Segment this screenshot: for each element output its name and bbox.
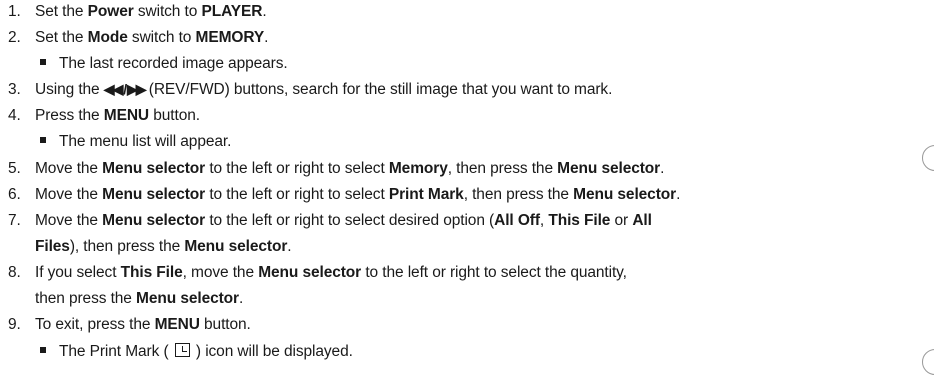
sub-bullet-item: The last recorded image appears. — [40, 55, 288, 73]
emphasis-text: Print Mark — [388, 186, 464, 203]
step-item: 6. Move the Menu selector to the left or … — [8, 186, 680, 204]
emphasis-text: Power — [87, 3, 134, 20]
step-text-part: , then press the — [447, 160, 558, 177]
sub-bullet-text: The Print Mark ( — [59, 343, 173, 360]
emphasis-text: Memory — [388, 160, 448, 177]
step-text-part: button. — [149, 107, 200, 124]
emphasis-text: This File — [548, 212, 611, 229]
step-text: Move the Menu selector to the left or ri… — [35, 160, 664, 177]
step-item: 1. Set the Power switch to PLAYER. — [8, 3, 267, 21]
edge-marker — [922, 145, 934, 171]
step-text-part: then press the — [35, 290, 137, 307]
emphasis-text: Menu selector — [136, 290, 239, 307]
sub-bullet-text: The last recorded image appears. — [59, 55, 288, 72]
emphasis-text: Menu selector — [102, 160, 206, 177]
step-text-part: . — [262, 3, 267, 20]
emphasis-text: Menu selector — [573, 186, 677, 203]
emphasis-text: MEMORY — [195, 29, 265, 46]
step-text: Set the Power switch to PLAYER. — [35, 3, 267, 20]
step-text-part: . — [676, 186, 681, 203]
step-item: 4. Press the MENU button. — [8, 107, 200, 125]
step-text-part: to the left or right to select — [205, 186, 389, 203]
sub-bullet-item: The Print Mark ( ) icon will be displaye… — [40, 342, 353, 361]
step-text-part: If you select — [35, 264, 121, 281]
emphasis-text: Mode — [87, 29, 128, 46]
step-text: Using the ◀◀ / ▶▶ (REV/FWD) buttons, sea… — [35, 81, 612, 98]
step-text-part: to the left or right to select desired o… — [205, 212, 495, 229]
step-continuation: then press the Menu selector. — [35, 290, 243, 308]
step-text-part: Press the — [35, 107, 104, 124]
step-number: 1. — [8, 3, 21, 20]
step-item: 8. If you select This File, move the Menu… — [8, 264, 627, 282]
step-number: 2. — [8, 29, 21, 46]
emphasis-text: Menu selector — [184, 238, 288, 255]
emphasis-text: Menu selector — [102, 212, 206, 229]
step-text: Press the MENU button. — [35, 107, 200, 124]
step-item: 7. Move the Menu selector to the left or … — [8, 212, 652, 230]
step-text-part: Move the — [35, 212, 103, 229]
emphasis-text: Menu selector — [258, 264, 362, 281]
print-mark-icon — [174, 343, 190, 357]
step-text-part: . — [238, 290, 244, 307]
step-number: 4. — [8, 107, 21, 124]
emphasis-text: Menu selector — [102, 186, 206, 203]
step-text: To exit, press the MENU button. — [35, 316, 251, 333]
step-text-part: ), then press the — [69, 238, 185, 255]
step-text-part: or — [610, 212, 633, 229]
rev-fwd-arrows-icon: ◀◀ / ▶▶ — [103, 81, 147, 97]
step-text-part: To exit, press the — [35, 316, 155, 333]
emphasis-text: PLAYER — [201, 3, 263, 20]
step-text-part: (REV/FWD) buttons, search for the still … — [144, 81, 613, 98]
emphasis-text: All — [632, 212, 652, 229]
step-text-part: , move the — [182, 264, 259, 281]
step-text-part: . — [287, 238, 292, 255]
emphasis-text: All Off — [494, 212, 540, 229]
step-text-part: to the left or right to select the quant… — [361, 264, 627, 281]
step-number: 5. — [8, 160, 21, 177]
bullet-icon — [40, 136, 46, 143]
step-text: If you select This File, move the Menu s… — [35, 264, 627, 281]
step-text-part: Set the — [35, 3, 88, 20]
step-text-part: Using the — [35, 81, 104, 98]
step-text-part: Move the — [35, 160, 103, 177]
step-item: 2. Set the Mode switch to MEMORY. — [8, 29, 268, 47]
sub-bullet-text: ) icon will be displayed. — [191, 343, 353, 360]
step-text: Set the Mode switch to MEMORY. — [35, 29, 268, 46]
emphasis-text: MENU — [103, 107, 150, 124]
emphasis-text: Menu selector — [557, 160, 661, 177]
sub-bullet-item: The menu list will appear. — [40, 133, 231, 151]
step-item: 9. To exit, press the MENU button. — [8, 316, 251, 334]
instruction-page: 1. Set the Power switch to PLAYER. 2. Set t… — [0, 0, 934, 391]
step-number: 8. — [8, 264, 21, 281]
emphasis-text: Files — [35, 238, 70, 255]
bullet-icon — [40, 346, 46, 353]
step-text-part: . — [660, 160, 665, 177]
step-text-part: Move the — [35, 186, 103, 203]
step-text-part: switch to — [127, 29, 196, 46]
emphasis-text: This File — [120, 264, 183, 281]
step-number: 3. — [8, 81, 21, 98]
step-text: Move the Menu selector to the left or ri… — [35, 186, 680, 203]
step-text-part: . — [264, 29, 269, 46]
edge-marker — [922, 349, 934, 375]
step-text-part: button. — [199, 316, 251, 333]
step-text-part: to the left or right to select — [205, 160, 389, 177]
emphasis-text: MENU — [154, 316, 200, 333]
step-item: 5. Move the Menu selector to the left or … — [8, 160, 664, 178]
step-number: 9. — [8, 316, 21, 333]
step-number: 6. — [8, 186, 21, 203]
step-number: 7. — [8, 212, 21, 229]
step-text-part: Set the — [35, 29, 88, 46]
sub-bullet-text: The menu list will appear. — [59, 133, 232, 150]
step-item: 3. Using the ◀◀ / ▶▶ (REV/FWD) buttons, s… — [8, 81, 612, 99]
step-text-part: switch to — [133, 3, 202, 20]
step-text-part: , then press the — [463, 186, 574, 203]
step-text: Move the Menu selector to the left or ri… — [35, 212, 652, 229]
bullet-icon — [40, 58, 46, 65]
step-continuation: Files), then press the Menu selector. — [35, 238, 292, 256]
